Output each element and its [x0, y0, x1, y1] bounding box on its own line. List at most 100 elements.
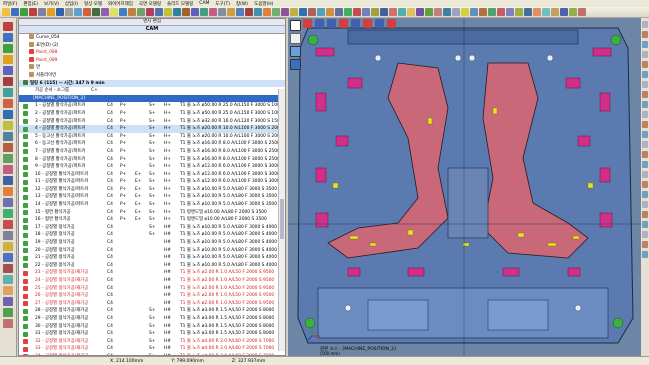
toolbar-icon-37[interactable] [335, 8, 343, 16]
toolbar-icon-5[interactable] [47, 8, 55, 16]
left-tool-icon-25[interactable] [3, 297, 13, 306]
toolbar-icon-25[interactable] [227, 8, 235, 16]
right-tool-icon-20[interactable] [642, 221, 648, 228]
operation-row[interactable]: 12 - 공정별 황삭가공/파트커 C4 P+ E+ S+ H+ T1 볼 노즈 ø10.0… [19, 186, 285, 194]
left-tool-icon-4[interactable] [3, 66, 13, 75]
toolbar-icon-58[interactable] [524, 8, 532, 16]
operation-row[interactable]: 13 - 공정별 황삭가공/파트커 C4 P+ E+ S+ H+ T1 볼 노즈 ø10.0… [19, 193, 285, 201]
toolbar-icon-47[interactable] [425, 8, 433, 16]
toolbar-icon-27[interactable] [245, 8, 253, 16]
toolbar-icon-59[interactable] [533, 8, 541, 16]
operation-row[interactable]: 1 - 공정별 황삭가공/파트커 C4 P+ S+ H+ T1 볼 노즈 ø50.00 R… [19, 102, 285, 110]
right-tool-icon-4[interactable] [642, 61, 648, 68]
left-tool-icon-6[interactable] [3, 88, 13, 97]
toolbar-icon-29[interactable] [263, 8, 271, 16]
left-tool-icon-15[interactable] [3, 187, 13, 196]
toolbar-icon-13[interactable] [119, 8, 127, 16]
left-tool-icon-1[interactable] [3, 33, 13, 42]
operation-row[interactable]: 11 - 공정별 황삭가공/파트커 C4 P+ E+ S+ H+ T1 볼 노즈 ø12.0… [19, 178, 285, 186]
left-tool-icon-16[interactable] [3, 198, 13, 207]
menu-item-3[interactable]: 삽입(I) [65, 1, 78, 7]
operation-row[interactable]: 14 - 공정별 황삭가공/파트커 C4 P+ E+ S+ H+ T1 볼 노즈 ø10.0… [19, 201, 285, 209]
operation-row[interactable]: 19 - 공정별 정삭가공 C4 H# T1 볼 노즈 ø10.00 R 5.0 A/… [19, 239, 285, 247]
toolbar-icon-3[interactable] [29, 8, 37, 16]
toolbar-icon-7[interactable] [65, 8, 73, 16]
toolbar-icon-43[interactable] [389, 8, 397, 16]
menu-item-9[interactable]: 도구(T) [215, 1, 230, 7]
toolbar-icon-52[interactable] [470, 8, 478, 16]
right-tool-icon-6[interactable] [642, 81, 648, 88]
right-tool-icon-7[interactable] [642, 91, 648, 98]
operation-row[interactable]: 5 - 등고선 황삭가공/파트커 C4 P+ S+ H+ T1 볼 노즈 ø20.00 R… [19, 133, 285, 141]
cube-view-icon[interactable] [290, 33, 301, 44]
menu-item-8[interactable]: CAM [199, 1, 209, 6]
left-tool-icon-8[interactable] [3, 110, 13, 119]
operation-row[interactable]: 26 - 공정별 정삭가공/재가공 C4 H# T1 볼 노즈 ø2.00 R 1.0… [19, 292, 285, 300]
tab-cam[interactable]: CAM [19, 26, 285, 34]
operation-row[interactable]: 29 - 공정별 정삭가공/재가공 C4 S+ H# T1 볼 노즈 ø3.00 R 1… [19, 315, 285, 323]
toolbar-icon-4[interactable] [38, 8, 46, 16]
operation-row[interactable]: 7 - 공정별 황삭가공/파트커 C4 P+ S+ H+ T1 볼 노즈 ø16.00 R… [19, 148, 285, 156]
left-tool-icon-17[interactable] [3, 209, 13, 218]
left-tool-icon-3[interactable] [3, 55, 13, 64]
machining-summary-row[interactable]: 밀링 6 (115) -- 시간: 347 h 9 min [19, 79, 285, 88]
right-tool-icon-0[interactable] [642, 21, 648, 28]
tree-header-row[interactable]: Point_088 [19, 49, 285, 57]
op-row-group[interactable]: 가공 순서 - 소그룹 C+ [19, 87, 285, 95]
toolbar-icon-31[interactable] [281, 8, 289, 16]
view-top-icon[interactable] [327, 18, 336, 28]
right-tool-icon-11[interactable] [642, 131, 648, 138]
toolbar-icon-0[interactable] [2, 8, 10, 16]
left-tool-icon-2[interactable] [3, 44, 13, 53]
toolbar-icon-60[interactable] [542, 8, 550, 16]
toolbar-icon-46[interactable] [416, 8, 424, 16]
view-front-icon[interactable] [303, 18, 312, 28]
toolbar-icon-17[interactable] [155, 8, 163, 16]
operation-row[interactable]: 28 - 공정별 정삭가공/재가공 C4 S+ H# T1 볼 노즈 ø3.00 R 1… [19, 307, 285, 315]
operation-row[interactable]: 21 - 공정별 정삭가공 C4 H# T1 볼 노즈 ø10.00 R 5.0 A/… [19, 254, 285, 262]
right-tool-icon-12[interactable] [642, 141, 648, 148]
operation-row[interactable]: 23 - 공정별 정삭가공/재가공 C4 H# T1 볼 노즈 ø2.00 R 1.0… [19, 269, 285, 277]
left-tool-icon-0[interactable] [3, 22, 13, 31]
machine-position-row[interactable]: [MACHINE_POSITION_2] [19, 94, 285, 103]
view-right-icon[interactable] [363, 18, 372, 28]
operation-row[interactable]: 8 - 공정별 황삭가공/파트커 C4 P+ S+ H+ T1 볼 노즈 ø16.00 R… [19, 156, 285, 164]
right-tool-icon-21[interactable] [642, 231, 648, 238]
operation-row[interactable]: 6 - 등고선 황삭가공/파트커 C4 P+ S+ H+ T1 볼 노즈 ø16.00 R… [19, 140, 285, 148]
right-tool-icon-8[interactable] [642, 101, 648, 108]
toolbar-icon-20[interactable] [182, 8, 190, 16]
shaded-view-icon[interactable] [290, 46, 301, 57]
grid-view-icon[interactable] [290, 20, 301, 31]
right-tool-icon-18[interactable] [642, 201, 648, 208]
toolbar-icon-49[interactable] [443, 8, 451, 16]
operation-row[interactable]: 10 - 공정별 황삭가공/파트커 C4 P+ E+ S+ H+ T1 볼 노즈 ø12.0… [19, 171, 285, 179]
toolbar-icon-21[interactable] [191, 8, 199, 16]
toolbar-icon-50[interactable] [452, 8, 460, 16]
operation-row[interactable]: 2 - 공정별 황삭가공/파트커 C4 P+ S+ H+ T1 볼 노즈 ø50.00 R… [19, 110, 285, 118]
toolbar-icon-2[interactable] [20, 8, 28, 16]
toolbar-icon-12[interactable] [110, 8, 118, 16]
right-tool-icon-1[interactable] [642, 31, 648, 38]
operation-row[interactable]: 31 - 공정별 정삭가공/재가공 C4 S+ H# T1 볼 노즈 ø3.00 R 1… [19, 330, 285, 338]
left-tool-icon-10[interactable] [3, 132, 13, 141]
toolbar-icon-53[interactable] [479, 8, 487, 16]
operation-row[interactable]: 24 - 공정별 정삭가공/재가공 C4 H# T1 볼 노즈 ø2.00 R 1.0… [19, 277, 285, 285]
operation-row[interactable]: 30 - 공정별 정삭가공/재가공 C4 S+ H# T1 볼 노즈 ø3.00 R 1… [19, 323, 285, 331]
right-tool-icon-5[interactable] [642, 71, 648, 78]
menu-item-6[interactable]: 곡면 모델링 [139, 1, 161, 7]
view-dimetric-icon[interactable] [387, 18, 396, 28]
toolbar-icon-22[interactable] [200, 8, 208, 16]
left-tool-icon-20[interactable] [3, 242, 13, 251]
toolbar-icon-35[interactable] [317, 8, 325, 16]
operation-row[interactable]: 27 - 공정별 정삭가공/재가공 C4 H# T1 볼 노즈 ø2.00 R 1.0… [19, 300, 285, 308]
operation-row[interactable]: 20 - 공정별 정삭가공 C4 H# T1 볼 노즈 ø10.00 R 5.0 A/… [19, 247, 285, 255]
left-tool-icon-5[interactable] [3, 77, 13, 86]
right-tool-icon-17[interactable] [642, 191, 648, 198]
menu-item-7[interactable]: 솔리드 모델링 [167, 1, 193, 7]
toolbar-icon-42[interactable] [380, 8, 388, 16]
toolbar-icon-44[interactable] [398, 8, 406, 16]
toolbar-icon-51[interactable] [461, 8, 469, 16]
tree-header-row[interactable]: 표면(D) (2) [19, 41, 285, 50]
toolbar-icon-63[interactable] [569, 8, 577, 16]
view-bottom-icon[interactable] [339, 18, 348, 28]
